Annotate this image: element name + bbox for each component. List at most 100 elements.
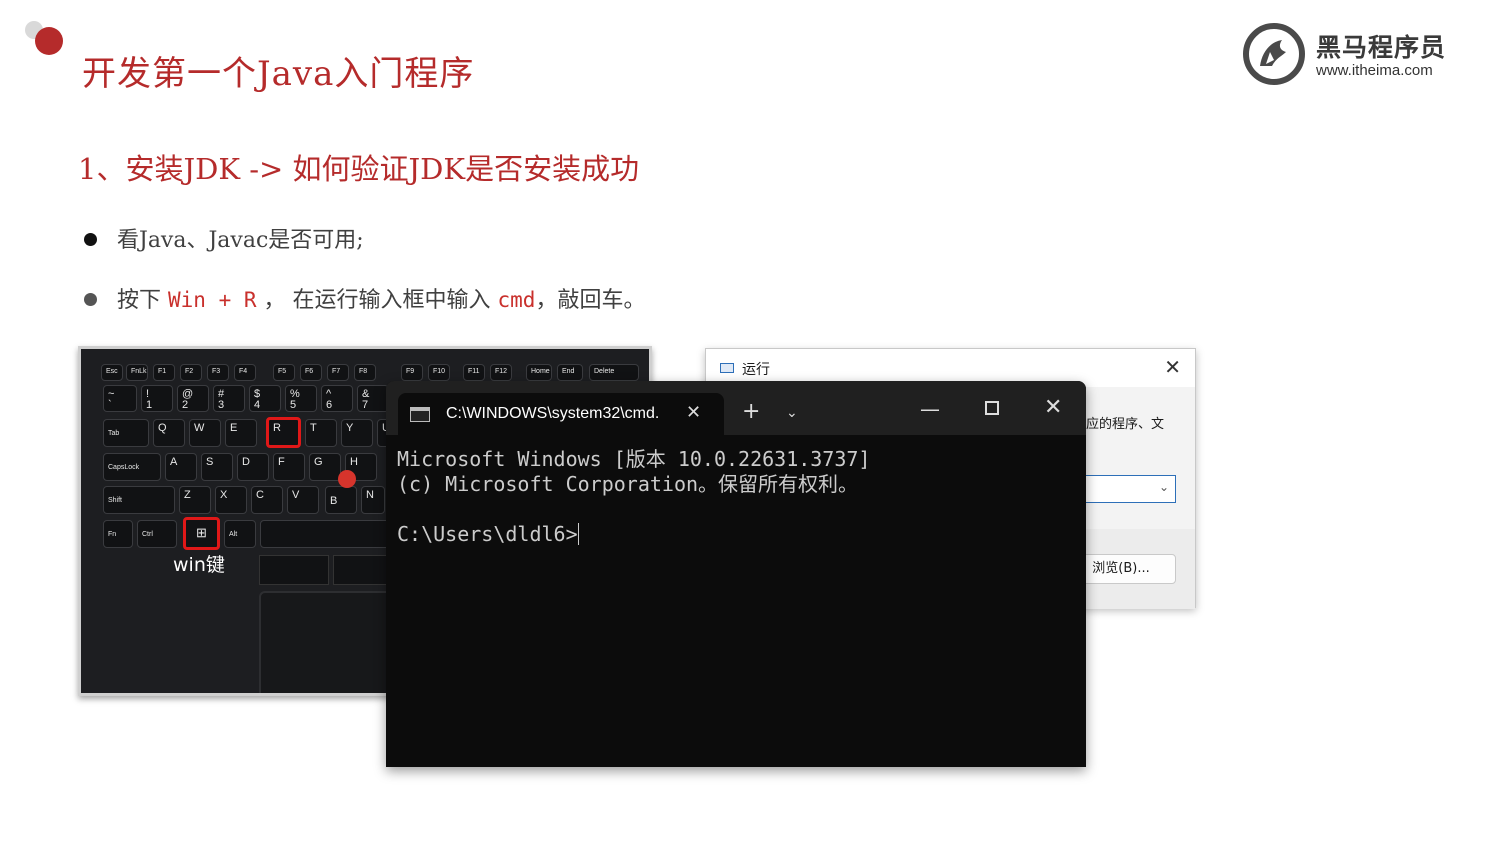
key-2-bottom: 2: [182, 399, 189, 411]
bullet-prefix: 按下: [117, 288, 168, 313]
key-fn: Fn: [103, 520, 133, 548]
key-6-bottom: 6: [326, 399, 333, 411]
key-f3: F3: [207, 364, 229, 381]
key-f5: F5: [273, 364, 295, 381]
trackpad-middle-button: [333, 555, 393, 585]
win-key-label: win键: [173, 554, 225, 576]
key-3-bottom: 3: [218, 399, 225, 411]
minimize-button[interactable]: —: [920, 397, 940, 421]
run-close-button[interactable]: ✕: [1164, 355, 1181, 379]
run-app-icon: [720, 363, 734, 373]
terminal-tab[interactable]: C:\WINDOWS\system32\cmd. ✕: [398, 393, 724, 435]
text-cursor: [577, 522, 579, 545]
key-e: E: [225, 419, 257, 447]
key-fnlk: FnLk: [126, 364, 148, 381]
key-3: #3: [213, 385, 245, 412]
key-y: Y: [341, 419, 373, 447]
key-alt: Alt: [224, 520, 256, 548]
key-5: % 5: [285, 385, 317, 412]
key-shift: Shift: [103, 486, 175, 514]
key-1: ! 1: [141, 385, 173, 412]
cmd-icon: [410, 407, 430, 422]
key-esc: Esc: [101, 364, 123, 381]
new-tab-button[interactable]: +: [742, 399, 760, 424]
key-z: Z: [179, 486, 211, 514]
bullet-highlight-winr: Win + R: [168, 288, 257, 312]
key-v: V: [287, 486, 319, 514]
bullet-middle: ， 在运行输入框中输入: [256, 288, 498, 313]
trackpoint-icon: [338, 470, 356, 488]
key-g: G: [309, 453, 341, 481]
key-x: X: [215, 486, 247, 514]
key-s: S: [201, 453, 233, 481]
key-6: ^ 6: [321, 385, 353, 412]
key-f6: F6: [300, 364, 322, 381]
key-c: C: [251, 486, 283, 514]
key-q: Q: [153, 419, 185, 447]
key-home: Home: [526, 364, 552, 381]
tab-close-icon[interactable]: ✕: [686, 402, 701, 423]
terminal-tabbar: C:\WINDOWS\system32\cmd. ✕ + ⌄ — ✕: [386, 381, 1086, 435]
bullet-dot-icon: [84, 232, 97, 246]
key-f10: F10: [428, 364, 450, 381]
key-r-highlighted: R: [266, 417, 301, 448]
terminal-line: (c) Microsoft Corporation。保留所有权利。: [397, 472, 859, 496]
key-f12: F12: [490, 364, 512, 381]
slide-title: 开发第一个Java入门程序: [82, 54, 475, 94]
bullet-text: 看Java、Javac是否可用;: [117, 228, 364, 253]
run-description: 应的程序、文: [1086, 417, 1165, 432]
cmd-terminal-window: C:\WINDOWS\system32\cmd. ✕ + ⌄ — ✕ Micro…: [386, 381, 1086, 767]
key-f2: F2: [180, 364, 202, 381]
run-dialog-title: 运行: [742, 362, 770, 378]
key-d: D: [237, 453, 269, 481]
key-delete: Delete: [589, 364, 639, 381]
bullet-item-check-java: 看Java、Javac是否可用;: [84, 222, 984, 254]
key-n: N: [361, 486, 385, 514]
key-f1: F1: [153, 364, 175, 381]
bullet-highlight-cmd: cmd: [497, 288, 536, 312]
maximize-button[interactable]: [985, 401, 999, 415]
key-7-bottom: 7: [362, 399, 369, 411]
key-4: $4: [249, 385, 281, 412]
horse-logo-icon: [1243, 23, 1305, 85]
key-f9: F9: [401, 364, 423, 381]
terminal-tab-title: C:\WINDOWS\system32\cmd.: [446, 405, 660, 422]
key-end: End: [557, 364, 583, 381]
logo-brand-name: 黑马程序员: [1316, 33, 1447, 62]
chevron-down-icon[interactable]: ⌄: [1159, 480, 1169, 494]
key-t: T: [305, 419, 337, 447]
key-f: F: [273, 453, 305, 481]
key-tab: Tab: [103, 419, 149, 447]
key-f8: F8: [354, 364, 376, 381]
section-title: 1、安装JDK -> 如何验证JDK是否安装成功: [78, 152, 640, 186]
itheima-logo: 黑马程序员 www.itheima.com: [1242, 22, 1472, 86]
bullet-dot-icon: [84, 292, 97, 306]
logo-url: www.itheima.com: [1316, 62, 1433, 79]
tab-dropdown-button[interactable]: ⌄: [786, 405, 798, 421]
trackpad-left-button: [259, 555, 329, 585]
key-5-bottom: 5: [290, 399, 297, 411]
key-tilde-bottom: `: [108, 399, 112, 411]
window-close-button[interactable]: ✕: [1044, 395, 1062, 420]
key-f4: F4: [234, 364, 256, 381]
key-1-bottom: 1: [146, 399, 153, 411]
key-f7: F7: [327, 364, 349, 381]
key-tilde: ~ `: [103, 385, 137, 412]
key-2: @2: [177, 385, 209, 412]
terminal-output[interactable]: Microsoft Windows [版本 10.0.22631.3737] (…: [397, 447, 870, 547]
terminal-prompt: C:\Users\dldl6>: [397, 522, 578, 546]
key-w: W: [189, 419, 221, 447]
bullet-item-win-r: 按下 Win + R ， 在运行输入框中输入 cmd，敲回车。: [84, 282, 984, 314]
terminal-line: Microsoft Windows [版本 10.0.22631.3737]: [397, 447, 871, 471]
key-f11: F11: [463, 364, 485, 381]
key-4-bottom: 4: [254, 399, 261, 411]
key-a: A: [165, 453, 197, 481]
key-space: [260, 520, 390, 548]
key-ctrl: Ctrl: [137, 520, 177, 548]
key-b: B: [325, 486, 357, 514]
key-7: & 7: [357, 385, 389, 412]
key-capslock: CapsLock: [103, 453, 161, 481]
key-win-highlighted: ⊞: [183, 517, 220, 550]
decor-dot-red: [35, 27, 63, 55]
bullet-suffix: ，敲回车。: [535, 288, 646, 313]
